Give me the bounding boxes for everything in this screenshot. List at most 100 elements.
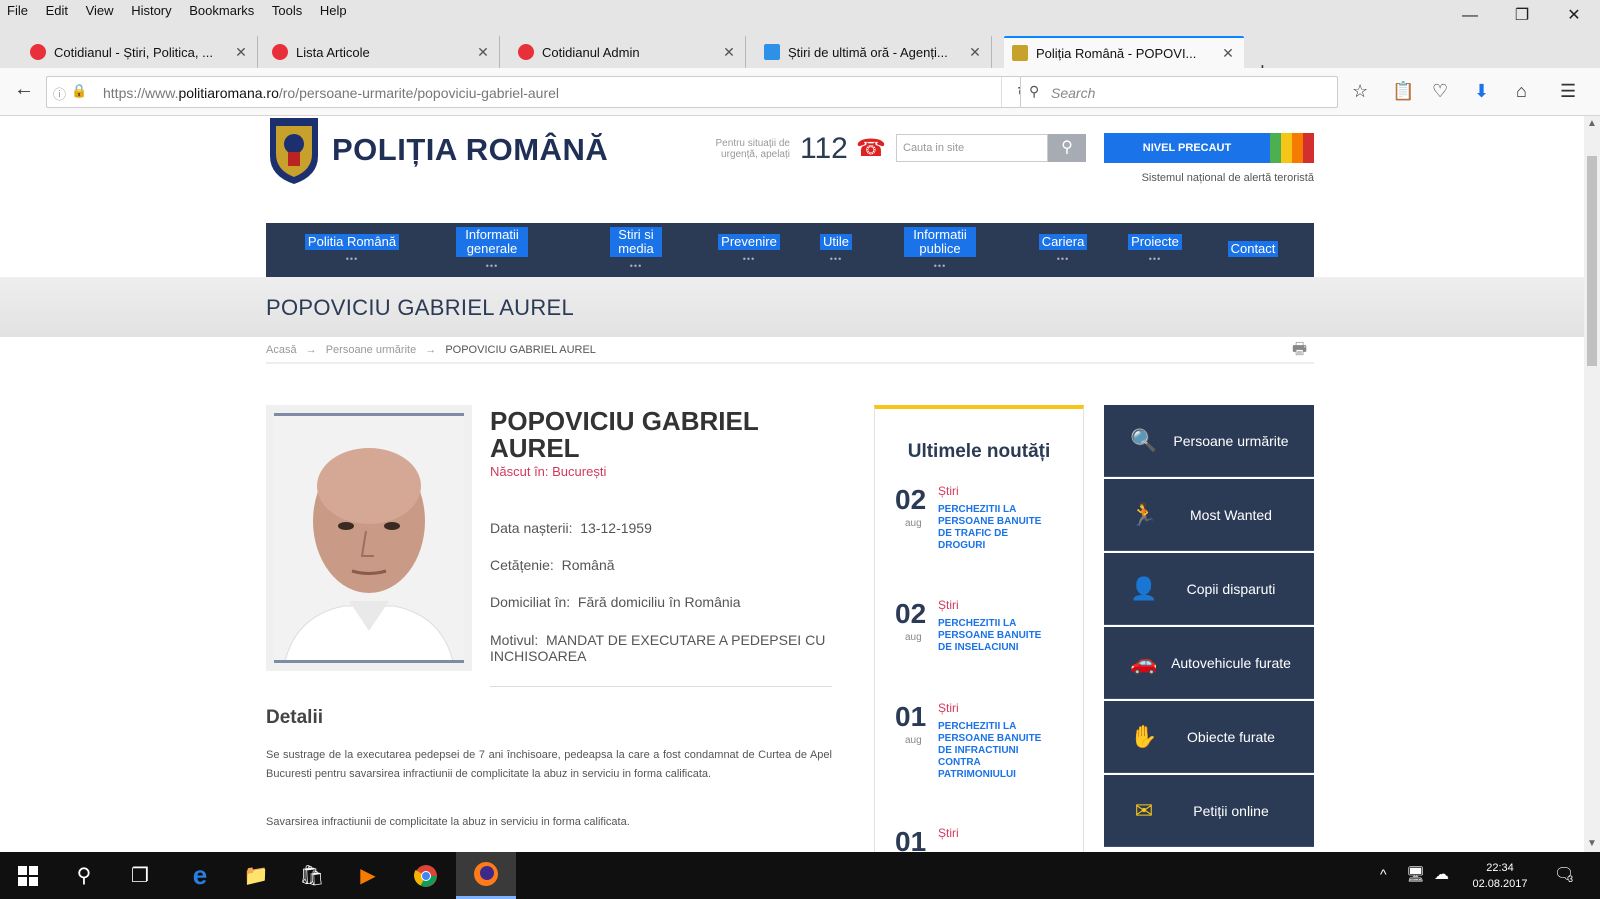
nav-label: Informatii publice xyxy=(904,227,976,257)
home-icon[interactable]: ⌂ xyxy=(1516,81,1527,102)
sidebar-label: Obiecte furate xyxy=(1187,728,1275,745)
tab-stiri[interactable]: Știri de ultimă oră - Agenți... ✕ xyxy=(756,36,992,68)
news-category[interactable]: Știri xyxy=(938,598,959,612)
hamburger-menu-icon[interactable]: ☰ xyxy=(1560,81,1576,102)
nav-contact[interactable]: Contact xyxy=(1216,223,1290,277)
news-day: 02 xyxy=(895,598,927,629)
cloud-icon[interactable]: ☁ xyxy=(1434,865,1449,883)
scroll-up-arrow-icon[interactable]: ▲ xyxy=(1587,118,1597,129)
site-search-button[interactable]: ⚲ xyxy=(1048,134,1086,162)
chrome-icon[interactable] xyxy=(398,852,454,899)
pocket-icon[interactable]: ♡ xyxy=(1432,81,1448,102)
news-item[interactable]: 02 aug Știri PERCHEZITII LA PERSOANE BAN… xyxy=(895,484,1045,574)
news-category[interactable]: Știri xyxy=(938,701,959,715)
action-center-icon[interactable]: 🗨 3 xyxy=(1554,864,1580,886)
task-view-icon[interactable]: ❐ xyxy=(112,852,168,899)
motive-row: Motivul: MANDAT DE EXECUTARE A PEDEPSEI … xyxy=(490,632,830,664)
close-tab-icon[interactable]: ✕ xyxy=(1220,45,1236,62)
network-icon[interactable]: 🖥 xyxy=(1406,865,1425,883)
nav-informatii-generale[interactable]: Informatii generale ••• xyxy=(442,223,542,277)
nav-proiecte[interactable]: Proiecte ••• xyxy=(1116,223,1194,277)
news-title[interactable]: PERCHEZITII LA PERSOANE BANUITE DE INFRA… xyxy=(938,721,1043,781)
page-scrollbar[interactable]: ▲ ▼ xyxy=(1584,116,1600,852)
url-bar[interactable]: ⓘ 🔒 https://www.politiaromana.ro/ro/pers… xyxy=(46,76,1046,108)
sidebar-obiecte-furate[interactable]: ✋ Obiecte furate xyxy=(1104,701,1314,773)
hand-icon: ✋ xyxy=(1130,723,1158,749)
close-tab-icon[interactable]: ✕ xyxy=(233,44,249,61)
clipboard-icon[interactable]: 📋 xyxy=(1392,81,1414,102)
site-logo-text[interactable]: POLIȚIA ROMÂNĂ xyxy=(332,132,608,168)
close-tab-icon[interactable]: ✕ xyxy=(967,44,983,61)
site-search-input[interactable]: Cauta in site xyxy=(896,134,1048,162)
store-icon[interactable]: 🛍 xyxy=(284,852,340,899)
lock-icon[interactable]: 🔒 xyxy=(71,83,87,99)
close-tab-icon[interactable]: ✕ xyxy=(475,44,491,61)
tab-lista-articole[interactable]: Lista Articole ✕ xyxy=(264,36,500,68)
sidebar-autovehicule-furate[interactable]: 🚗 Autovehicule furate xyxy=(1104,627,1314,699)
sidebar-most-wanted[interactable]: 🏃 Most Wanted xyxy=(1104,479,1314,551)
person-birthplace: Născut în: București xyxy=(490,464,607,479)
dob-row: Data nașterii: 13-12-1959 xyxy=(490,520,652,536)
person-photo xyxy=(274,413,464,663)
bookmark-star-icon[interactable]: ☆ xyxy=(1352,81,1368,102)
print-icon[interactable]: 🖶 xyxy=(1292,338,1307,365)
menu-file[interactable]: File xyxy=(0,0,35,18)
menu-bookmarks[interactable]: Bookmarks xyxy=(182,0,261,18)
tab-cotidianul[interactable]: Cotidianul - Știri, Politica, ... ✕ xyxy=(22,36,258,68)
page-title-band: POPOVICIU GABRIEL AUREL xyxy=(0,277,1584,337)
tab-politia-romana[interactable]: Poliția Română - POPOVI... ✕ xyxy=(1004,36,1244,68)
browser-search-field[interactable]: ⚲ Search xyxy=(1020,76,1338,108)
alert-level-button[interactable]: NIVEL PRECAUT xyxy=(1104,133,1270,163)
news-item[interactable]: 01 Știri xyxy=(895,826,1045,852)
breadcrumb-persoane-urmarite[interactable]: Persoane urmărite xyxy=(326,344,417,356)
breadcrumb-home[interactable]: Acasă xyxy=(266,344,297,356)
info-icon[interactable]: ⓘ xyxy=(53,84,66,103)
menu-help[interactable]: Help xyxy=(313,0,354,18)
sidebar-persoane-urmarite[interactable]: 🔍 Persoane urmărite xyxy=(1104,405,1314,477)
file-explorer-icon[interactable]: 📁 xyxy=(228,852,284,899)
news-category[interactable]: Știri xyxy=(938,826,959,840)
emergency-number[interactable]: 112 xyxy=(800,132,848,166)
news-heading: Ultimele noutăți xyxy=(907,441,1051,462)
news-category[interactable]: Știri xyxy=(938,484,959,498)
news-item[interactable]: 01 aug Știri PERCHEZITII LA PERSOANE BAN… xyxy=(895,701,1045,811)
breadcrumb: Acasă → Persoane urmărite → POPOVICIU GA… xyxy=(266,344,596,356)
menu-edit[interactable]: Edit xyxy=(39,0,75,18)
nav-dots: ••• xyxy=(345,254,359,264)
tab-title: Lista Articole xyxy=(296,44,370,60)
close-tab-icon[interactable]: ✕ xyxy=(721,44,737,61)
search-icon: ⚲ xyxy=(1029,83,1040,99)
nav-stiri-si-media[interactable]: Stiri si media ••• xyxy=(596,223,676,277)
scrollbar-thumb[interactable] xyxy=(1587,156,1597,366)
child-icon: 👤 xyxy=(1130,575,1158,601)
nav-prevenire[interactable]: Prevenire ••• xyxy=(706,223,792,277)
person-name: POPOVICIU GABRIEL AUREL xyxy=(490,406,759,463)
edge-browser-icon[interactable]: e xyxy=(172,852,228,899)
sidebar-copii-disparuti[interactable]: 👤 Copii disparuti xyxy=(1104,553,1314,625)
search-icon[interactable]: ⚲ xyxy=(56,852,112,899)
tray-expand-icon[interactable]: ^ xyxy=(1380,866,1387,882)
menu-tools[interactable]: Tools xyxy=(265,0,309,18)
back-arrow-icon[interactable]: ← xyxy=(14,78,34,101)
breadcrumb-divider xyxy=(266,362,1314,364)
firefox-icon[interactable] xyxy=(456,852,516,899)
news-title[interactable]: PERCHEZITII LA PERSOANE BANUITE DE INSEL… xyxy=(938,618,1043,654)
nav-informatii-publice[interactable]: Informatii publice ••• xyxy=(892,223,988,277)
tab-cotidianul-admin[interactable]: Cotidianul Admin ✕ xyxy=(510,36,746,68)
coat-of-arms-logo[interactable] xyxy=(266,116,322,186)
nav-utile[interactable]: Utile ••• xyxy=(806,223,866,277)
nav-label: Informatii generale xyxy=(456,227,528,257)
news-title[interactable]: PERCHEZITII LA PERSOANE BANUITE DE TRAFI… xyxy=(938,504,1043,552)
windows-start-icon[interactable] xyxy=(0,852,56,899)
scroll-down-arrow-icon[interactable]: ▼ xyxy=(1587,838,1597,849)
clock[interactable]: 22:34 02.08.2017 xyxy=(1466,860,1534,892)
nav-cariera[interactable]: Cariera ••• xyxy=(1028,223,1098,277)
menu-history[interactable]: History xyxy=(124,0,178,18)
nav-politia-romana[interactable]: Politia Română ••• xyxy=(304,223,400,277)
download-arrow-icon[interactable]: ⬇ xyxy=(1474,81,1489,102)
media-player-icon[interactable]: ▶ xyxy=(340,852,396,899)
menu-view[interactable]: View xyxy=(79,0,121,18)
news-item[interactable]: 02 aug Știri PERCHEZITII LA PERSOANE BAN… xyxy=(895,598,1045,688)
sidebar-petitii-online[interactable]: ✉ Petiții online xyxy=(1104,775,1314,847)
sidebar-label: Persoane urmărite xyxy=(1173,432,1289,449)
